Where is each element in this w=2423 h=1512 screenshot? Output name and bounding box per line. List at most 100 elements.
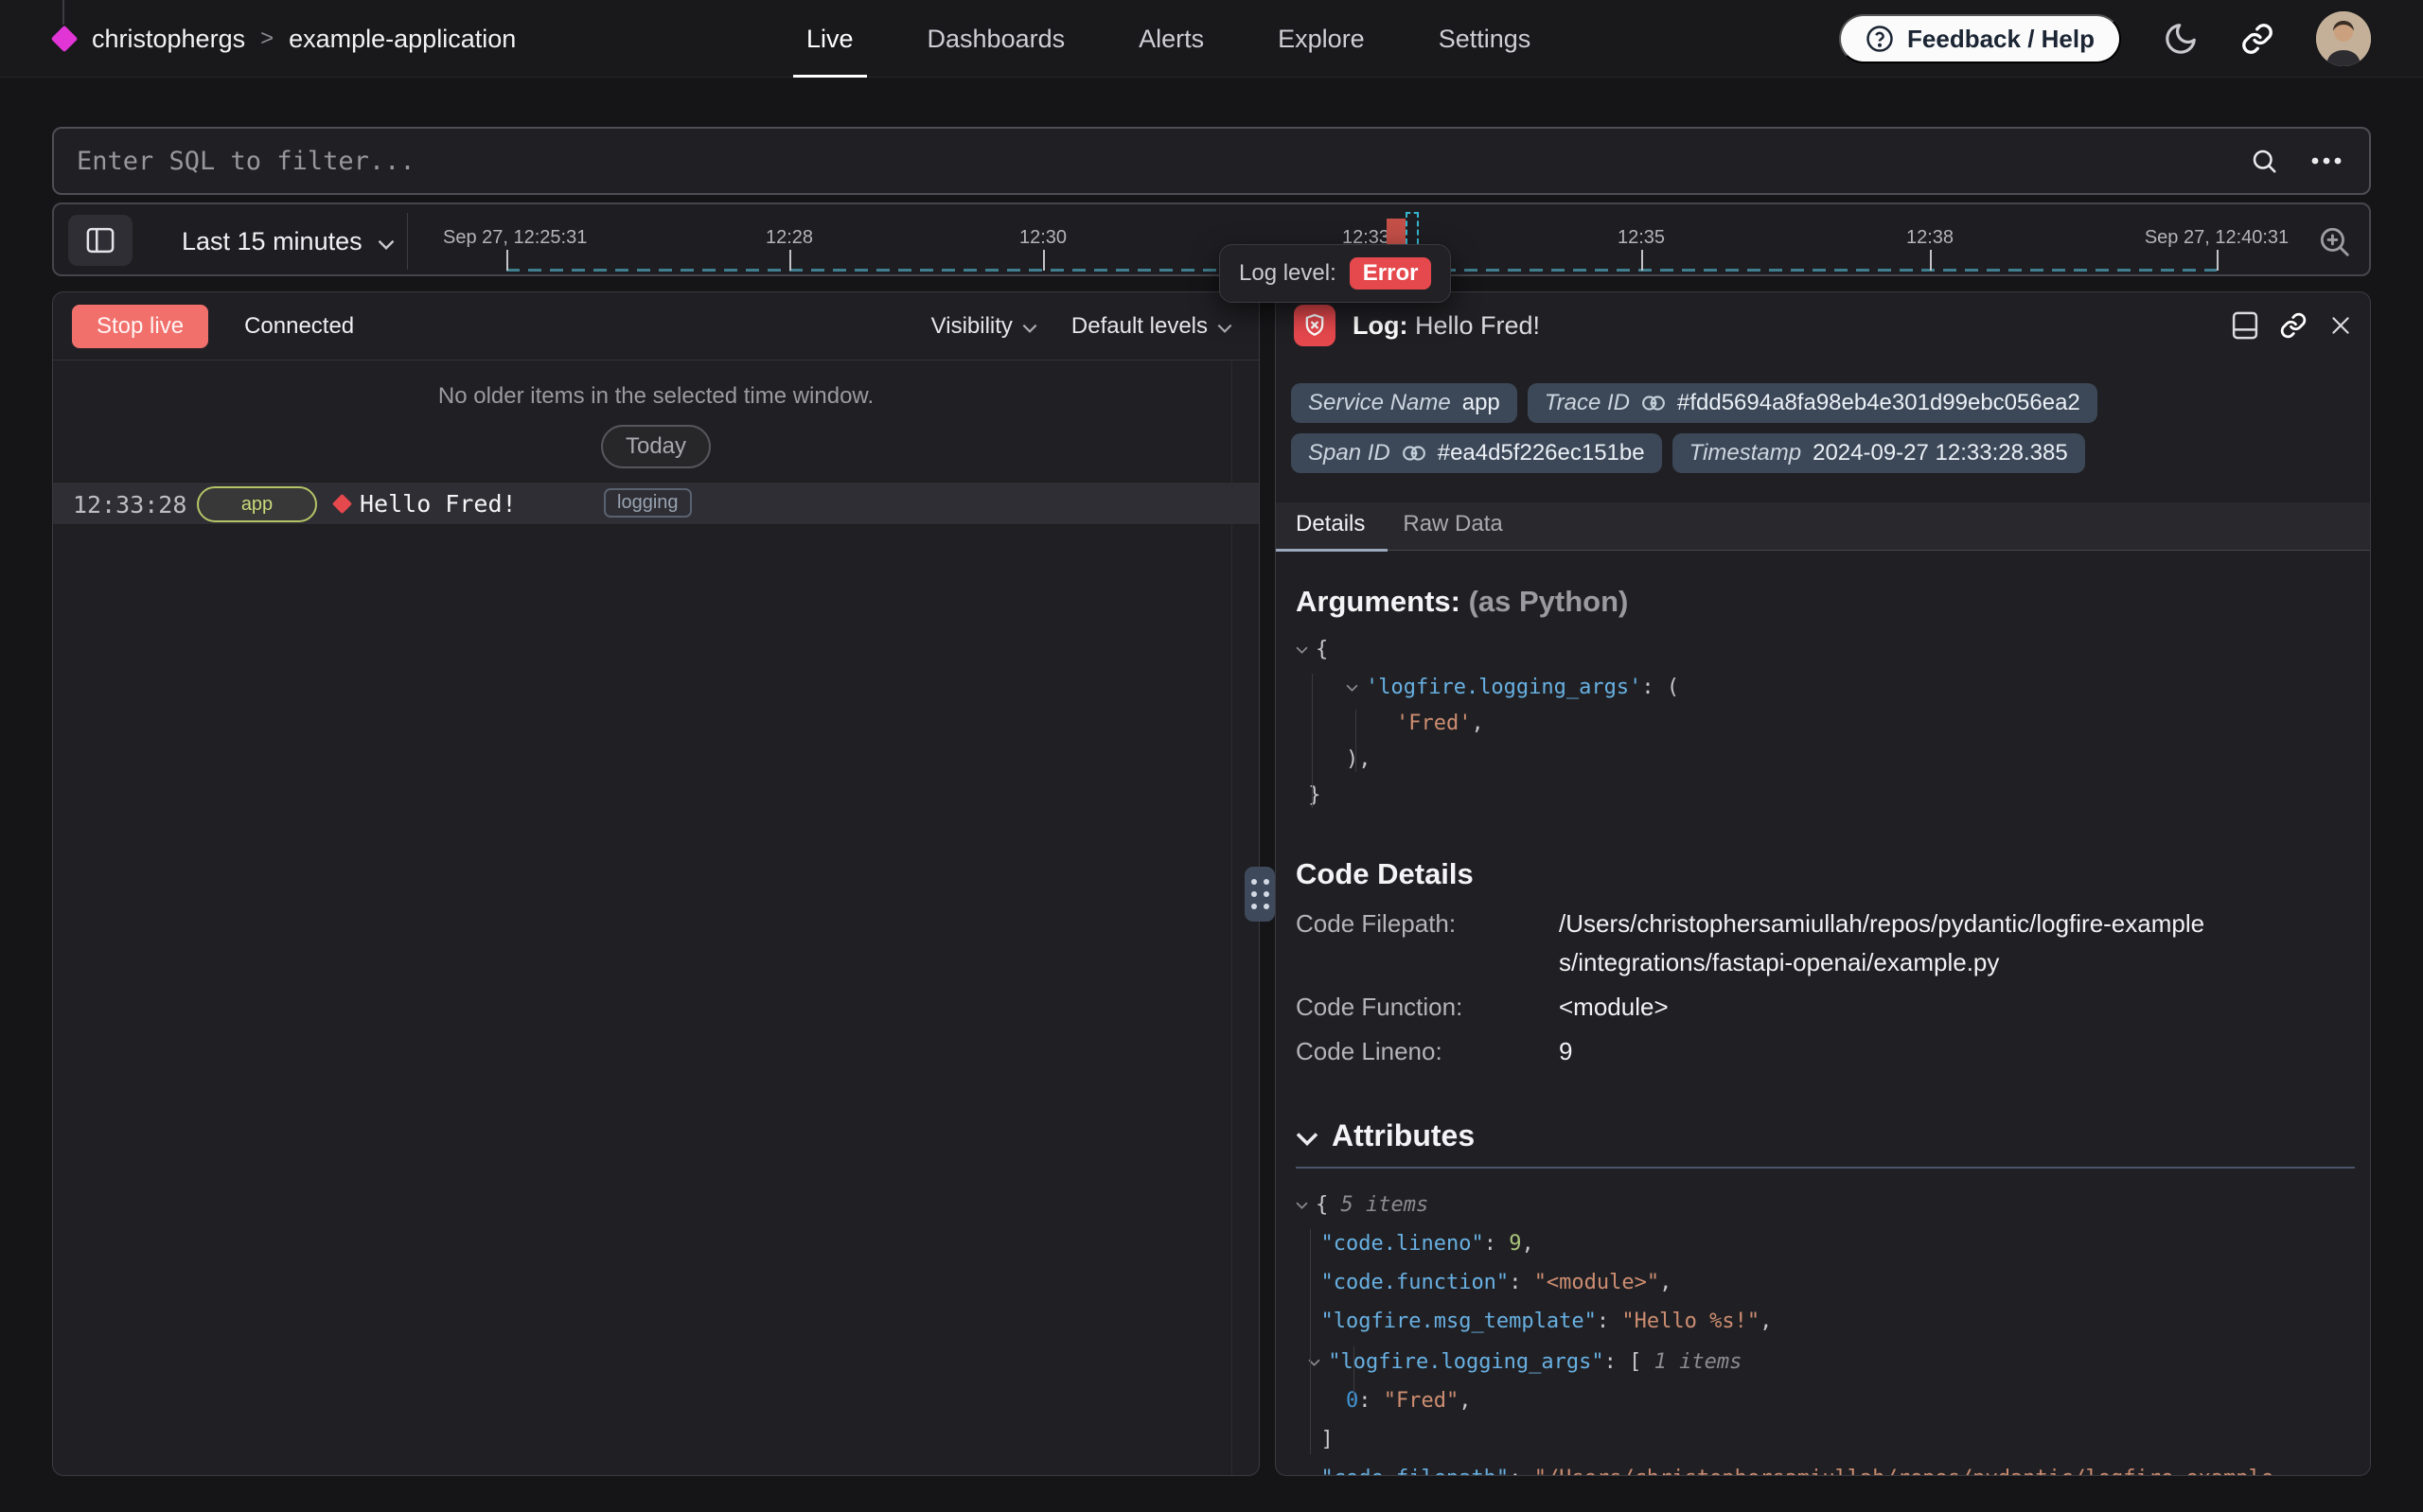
- collapse-chevron-icon[interactable]: [1296, 630, 1308, 666]
- breadcrumb-project[interactable]: example-application: [289, 25, 516, 54]
- attr-comma: ,: [1659, 1271, 1671, 1294]
- dock-panel-icon[interactable]: [2232, 311, 2258, 340]
- zoom-in-icon[interactable]: [2316, 223, 2352, 259]
- nav-item-live[interactable]: Live: [806, 0, 854, 78]
- py-open-brace: {: [1316, 638, 1328, 661]
- nav-item-alerts[interactable]: Alerts: [1139, 0, 1204, 78]
- span-id-badge[interactable]: Span ID #ea4d5f226ec151be: [1291, 433, 1662, 473]
- timeline-tick: [506, 250, 508, 271]
- detail-title-message: Hello Fred!: [1415, 311, 1540, 340]
- badge-label: Service Name: [1308, 390, 1451, 416]
- share-link-icon[interactable]: [2240, 22, 2274, 56]
- collapse-chevron-icon[interactable]: [1296, 1184, 1308, 1222]
- logfire-app: christophergs > example-application Live…: [0, 0, 2423, 1512]
- code-filepath-value: /Users/christophersamiullah/repos/pydant…: [1559, 905, 2221, 982]
- timeline-tick-label: 12:35: [1618, 227, 1665, 249]
- timeline-tick-label: 12:28: [766, 227, 813, 249]
- timebar-divider: [407, 213, 408, 270]
- attr-value: "Fred": [1384, 1389, 1459, 1413]
- collapse-chevron-icon[interactable]: [1346, 668, 1358, 704]
- feedback-help-button[interactable]: Feedback / Help: [1839, 14, 2121, 63]
- log-detail-panel: Log: Hello Fred!: [1275, 291, 2371, 1476]
- code-details-rows: Code Filepath: /Users/christophersamiull…: [1296, 905, 2355, 1071]
- tab-details[interactable]: Details: [1296, 511, 1365, 550]
- live-logs-panel: Stop live Connected Visibility Default l…: [52, 291, 1260, 1476]
- log-row[interactable]: 12:33:28 app Hello Fred! logging: [53, 482, 1259, 525]
- error-shield-icon: [1294, 305, 1335, 346]
- attr-sep: :: [1358, 1389, 1384, 1413]
- detail-actions: [2232, 311, 2353, 340]
- stop-live-button[interactable]: Stop live: [72, 305, 208, 348]
- trace-id-badge[interactable]: Trace ID #fdd5694a8fa98eb4e301d99ebc056e…: [1528, 383, 2097, 423]
- sql-filter-actions: [2250, 147, 2369, 175]
- nav-item-explore[interactable]: Explore: [1278, 0, 1365, 78]
- copy-link-icon[interactable]: [2279, 311, 2308, 340]
- tooltip-label: Log level:: [1239, 260, 1336, 287]
- attr-sep: :: [1509, 1467, 1534, 1476]
- section-collapse-chevron-icon[interactable]: [1296, 1118, 1318, 1153]
- attr-key: "logfire.logging_args": [1328, 1350, 1603, 1374]
- visibility-dropdown[interactable]: Visibility: [931, 313, 1037, 340]
- detail-tabs: Details Raw Data: [1276, 502, 2370, 551]
- default-levels-dropdown[interactable]: Default levels: [1071, 313, 1232, 340]
- close-icon[interactable]: [2328, 313, 2353, 338]
- log-message: Hello Fred!: [360, 490, 517, 518]
- logfire-logo-icon[interactable]: [51, 26, 79, 53]
- breadcrumb: christophergs > example-application: [92, 0, 516, 78]
- py-close-brace: }: [1308, 783, 1320, 807]
- attr-array-close: ]: [1321, 1428, 1334, 1451]
- breadcrumb-org[interactable]: christophergs: [92, 25, 245, 54]
- attrs-items-note: 5 items: [1341, 1193, 1429, 1217]
- code-function-label: Code Function:: [1296, 988, 1557, 1027]
- timeline-bar: Last 15 minutes Sep 27, 12:25:31 12:28 1…: [52, 202, 2371, 276]
- badge-value: 2024-09-27 12:33:28.385: [1813, 440, 2068, 466]
- attributes-heading-text: Attributes: [1332, 1118, 1475, 1153]
- detail-content: Arguments: (as Python) { 'logfire.loggin…: [1276, 585, 2370, 1476]
- code-lineno-value: 9: [1559, 1032, 2221, 1071]
- attributes-heading: Attributes: [1296, 1118, 2355, 1153]
- link-icon: [1641, 393, 1666, 413]
- attr-sep: :: [1597, 1310, 1622, 1333]
- search-icon[interactable]: [2250, 147, 2278, 175]
- attr-key: "logfire.msg_template": [1321, 1310, 1597, 1333]
- service-name-badge: Service Name app: [1291, 383, 1517, 423]
- attrs-items-note: 1 items: [1654, 1350, 1742, 1374]
- visibility-label: Visibility: [931, 313, 1013, 340]
- user-avatar[interactable]: [2316, 11, 2371, 66]
- py-value: 'Fred': [1396, 712, 1471, 735]
- top-nav: christophergs > example-application Live…: [0, 0, 2423, 78]
- dark-mode-moon-icon[interactable]: [2163, 21, 2199, 57]
- badge-value: #ea4d5f226ec151be: [1438, 440, 1645, 466]
- attr-comma: ,: [1459, 1389, 1471, 1413]
- attr-index: 0: [1346, 1389, 1358, 1413]
- timeline-tick: [2217, 250, 2219, 271]
- log-level-tooltip: Log level: Error: [1219, 244, 1451, 303]
- nav-item-dashboards[interactable]: Dashboards: [928, 0, 1066, 78]
- sql-filter-input[interactable]: [54, 129, 2250, 193]
- timeline-tick-label: 12:38: [1906, 227, 1954, 249]
- timeline-tick-label: Sep 27, 12:25:31: [443, 227, 587, 249]
- tab-raw-data[interactable]: Raw Data: [1403, 511, 1502, 550]
- attr-key: "code.filepath": [1321, 1467, 1510, 1476]
- code-function-value: <module>: [1559, 988, 2221, 1027]
- code-lineno-label: Code Lineno:: [1296, 1032, 1557, 1071]
- error-level-badge: Error: [1350, 257, 1432, 290]
- attr-value: "/Users/christophersamiullah/repos/pydan…: [1534, 1467, 2273, 1476]
- today-button[interactable]: Today: [601, 425, 711, 468]
- empty-window-message: No older items in the selected time wind…: [53, 383, 1259, 410]
- time-range-dropdown[interactable]: Last 15 minutes: [182, 204, 395, 278]
- py-comma: ,: [1471, 712, 1483, 735]
- badge-label: Timestamp: [1689, 440, 1801, 466]
- badge-label: Trace ID: [1545, 390, 1630, 416]
- panel-resize-handle[interactable]: [1245, 867, 1275, 922]
- more-options-ellipsis-icon[interactable]: [2310, 156, 2343, 166]
- chevron-down-icon: [1022, 313, 1037, 340]
- attr-comma: ,: [1521, 1232, 1533, 1256]
- feedback-help-label: Feedback / Help: [1907, 25, 2095, 54]
- arguments-heading: Arguments: (as Python): [1296, 585, 2355, 619]
- attr-value: 9: [1509, 1232, 1521, 1256]
- nav-item-settings[interactable]: Settings: [1439, 0, 1531, 78]
- py-key: 'logfire.logging_args': [1366, 676, 1641, 699]
- sidebar-toggle-button[interactable]: [68, 215, 133, 266]
- scrollbar-track[interactable]: [1231, 360, 1232, 1475]
